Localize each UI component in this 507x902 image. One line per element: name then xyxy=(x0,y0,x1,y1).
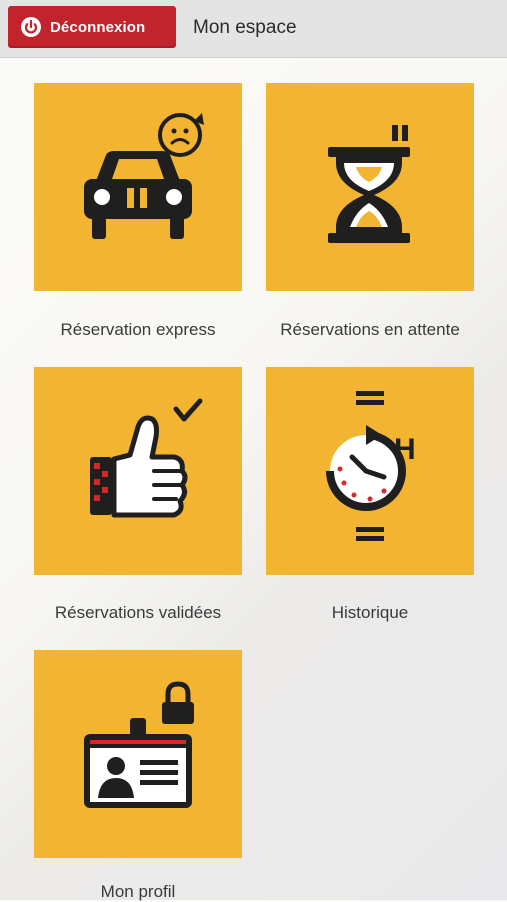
power-icon xyxy=(20,16,42,38)
app-header: Déconnexion Mon espace xyxy=(0,0,507,58)
car-express-icon xyxy=(84,113,204,239)
clock-history-icon: H xyxy=(326,391,416,541)
hourglass-icon xyxy=(328,125,410,243)
tile-reservation-express-label: Réservation express xyxy=(60,320,216,339)
tile-historique[interactable]: H xyxy=(266,367,474,575)
logout-label: Déconnexion xyxy=(50,18,146,36)
tile-mon-profil[interactable] xyxy=(34,650,242,858)
svg-text:H: H xyxy=(394,433,416,466)
page-title: Mon espace xyxy=(193,17,297,38)
tile-reservations-en-attente[interactable] xyxy=(266,83,474,291)
id-badge-lock-icon xyxy=(84,681,194,808)
logout-button[interactable]: Déconnexion xyxy=(8,6,176,48)
tile-reservations-validees[interactable] xyxy=(34,367,242,575)
tile-reservation-express[interactable] xyxy=(34,83,242,291)
tile-reservations-en-attente-label: Réservations en attente xyxy=(280,320,460,339)
tile-reservations-validees-label: Réservations validées xyxy=(54,603,222,622)
thumbs-up-check-icon xyxy=(90,398,203,518)
tile-historique-label: Historique xyxy=(331,603,409,622)
tile-mon-profil-label: Mon profil xyxy=(100,882,176,901)
